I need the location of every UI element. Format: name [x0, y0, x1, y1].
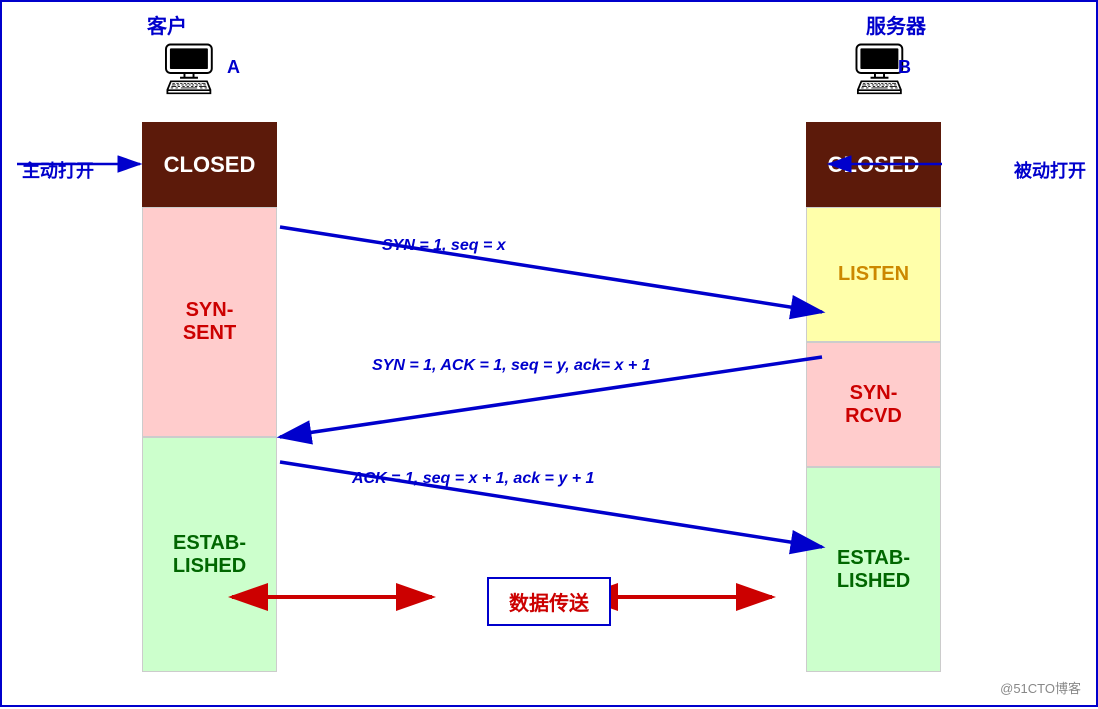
- client-syn-sent-box: SYN-SENT: [142, 207, 277, 437]
- ack-label: ACK = 1, seq = x + 1, ack = y + 1: [352, 470, 594, 488]
- client-established-box: ESTAB-LISHED: [142, 437, 277, 672]
- server-listen-box: LISTEN: [806, 207, 941, 342]
- server-syn-rcvd-box: SYN-RCVD: [806, 342, 941, 467]
- syn-arrow: [280, 227, 822, 312]
- active-open-label: 主动打开: [22, 157, 94, 183]
- data-transfer-box: 数据传送: [487, 577, 611, 626]
- client-label: 客户: [147, 10, 187, 39]
- syn-ack-label: SYN = 1, ACK = 1, seq = y, ack= x + 1: [372, 357, 651, 375]
- client-letter: A: [227, 57, 240, 78]
- server-closed-box: CLOSED: [806, 122, 941, 207]
- diagram-container: 客户 服务器 🖥 🖥 A B CLOSED SYN-SENT ESTAB-LIS…: [0, 0, 1098, 707]
- server-established-box: ESTAB-LISHED: [806, 467, 941, 672]
- syn-label: SYN = 1, seq = x: [382, 237, 506, 255]
- client-computer-icon: 🖥: [157, 40, 220, 99]
- server-label: 服务器: [866, 10, 926, 39]
- watermark: @51CTO博客: [1000, 678, 1081, 697]
- server-letter: B: [898, 57, 911, 78]
- client-closed-box: CLOSED: [142, 122, 277, 207]
- passive-open-label: 被动打开: [1014, 157, 1086, 183]
